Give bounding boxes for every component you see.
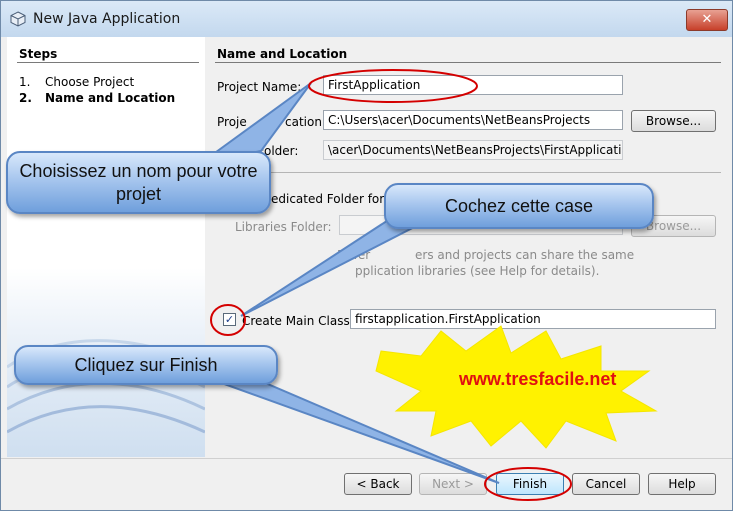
check-callout-pointer	[240, 213, 430, 317]
callout-choose-name: Choisissez un nom pour votre projet	[6, 151, 271, 214]
new-java-application-dialog: New Java Application ✕ Steps 1. Choose Pr…	[0, 0, 733, 511]
checkbox-highlight-ring	[210, 304, 246, 336]
callout-check-box: Cochez cette case	[384, 183, 654, 229]
callout-click-finish: Cliquez sur Finish	[14, 345, 278, 385]
finish-highlight-ring	[484, 467, 572, 501]
watermark-url: www.tresfacile.net	[459, 369, 617, 389]
project-name-highlight-ring	[308, 69, 478, 103]
annotation-overlay	[200, 69, 658, 501]
